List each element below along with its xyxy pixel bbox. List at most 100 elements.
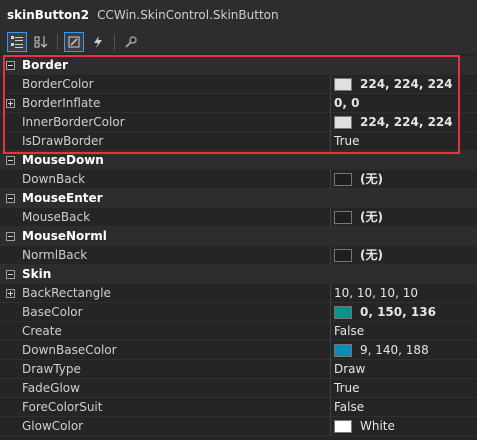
property-row-normlback[interactable]: NormlBack (无) — [0, 246, 477, 265]
alphabetical-button[interactable] — [31, 32, 51, 52]
property-name: FadeGlow — [22, 381, 80, 395]
object-selector[interactable]: skinButton2 CCWin.SkinControl.SkinButton — [0, 0, 477, 30]
properties-toolbar — [0, 30, 477, 54]
property-row-drawtype[interactable]: DrawType Draw — [0, 360, 477, 379]
expand-icon[interactable] — [6, 99, 15, 108]
property-value[interactable]: 0, 0 — [334, 94, 359, 113]
property-row-backrectangle[interactable]: BackRectangle 10, 10, 10, 10 — [0, 284, 477, 303]
toolbar-separator — [114, 34, 115, 50]
property-value[interactable]: 0, 150, 136 — [360, 303, 436, 322]
property-row-downbasecolor[interactable]: DownBaseColor 9, 140, 188 — [0, 341, 477, 360]
property-value[interactable]: 224, 224, 224 — [360, 113, 453, 132]
property-value[interactable]: True — [334, 132, 360, 151]
object-type: CCWin.SkinControl.SkinButton — [97, 8, 279, 22]
category-label: Skin — [22, 267, 52, 281]
column-divider — [330, 170, 331, 189]
object-name: skinButton2 — [7, 8, 90, 22]
column-divider — [330, 75, 331, 94]
color-swatch — [334, 249, 352, 262]
property-value[interactable]: Draw — [334, 360, 365, 379]
property-value[interactable]: White — [360, 417, 395, 436]
column-divider — [330, 341, 331, 360]
column-divider — [330, 113, 331, 132]
property-row-fadeglow[interactable]: FadeGlow True — [0, 379, 477, 398]
color-swatch — [334, 420, 352, 433]
column-divider — [330, 284, 331, 303]
property-value[interactable]: (无) — [360, 208, 383, 227]
property-value[interactable]: (无) — [360, 246, 383, 265]
property-row-bordercolor[interactable]: BorderColor 224, 224, 224 — [0, 75, 477, 94]
property-name: BorderColor — [22, 77, 94, 91]
toolbar-separator — [57, 34, 58, 50]
column-divider — [330, 379, 331, 398]
category-row-skin[interactable]: Skin — [0, 265, 477, 284]
category-label: MouseEnter — [22, 191, 103, 205]
property-row-basecolor[interactable]: BaseColor 0, 150, 136 — [0, 303, 477, 322]
property-name: BorderInflate — [22, 96, 101, 110]
property-pages-button[interactable] — [121, 32, 141, 52]
category-label: MouseNorml — [22, 229, 107, 243]
color-swatch — [334, 78, 352, 91]
property-row-glowcolor[interactable]: GlowColor White — [0, 417, 477, 436]
category-row-border[interactable]: Border — [0, 56, 477, 75]
column-divider — [330, 360, 331, 379]
collapse-icon[interactable] — [6, 156, 15, 165]
property-row-mouseback[interactable]: MouseBack (无) — [0, 208, 477, 227]
properties-button[interactable] — [64, 32, 84, 52]
property-name: BaseColor — [22, 305, 83, 319]
property-row-innerbordercolor[interactable]: InnerBorderColor 224, 224, 224 — [0, 113, 477, 132]
property-value[interactable]: True — [334, 379, 360, 398]
property-name: GlowColor — [22, 419, 84, 433]
column-divider — [330, 132, 331, 151]
wrench-icon — [125, 36, 137, 48]
property-row-forecolorsuit[interactable]: ForeColorSuit False — [0, 398, 477, 417]
expand-icon[interactable] — [6, 289, 15, 298]
color-swatch — [334, 344, 352, 357]
property-value[interactable]: (无) — [360, 170, 383, 189]
column-divider — [330, 417, 331, 436]
property-name: Create — [22, 324, 62, 338]
property-row-borderinflate[interactable]: BorderInflate 0, 0 — [0, 94, 477, 113]
property-name: InnerBorderColor — [22, 115, 125, 129]
events-button[interactable] — [88, 32, 108, 52]
collapse-icon[interactable] — [6, 270, 15, 279]
property-name: DownBaseColor — [22, 343, 117, 357]
categorized-icon — [11, 36, 23, 48]
property-row-create[interactable]: Create False — [0, 322, 477, 341]
property-name: MouseBack — [22, 210, 91, 224]
color-swatch — [334, 306, 352, 319]
column-divider — [330, 322, 331, 341]
property-value[interactable]: 10, 10, 10, 10 — [334, 284, 418, 303]
events-icon — [94, 36, 102, 48]
property-value[interactable]: False — [334, 398, 364, 417]
property-row-downback[interactable]: DownBack (无) — [0, 170, 477, 189]
color-swatch — [334, 116, 352, 129]
properties-icon — [68, 36, 80, 48]
color-swatch — [334, 211, 352, 224]
category-label: Border — [22, 58, 68, 72]
collapse-icon[interactable] — [6, 232, 15, 241]
categorized-button[interactable] — [7, 32, 27, 52]
category-label: MouseDown — [22, 153, 104, 167]
collapse-icon[interactable] — [6, 61, 15, 70]
property-name: NormlBack — [22, 248, 88, 262]
column-divider — [330, 208, 331, 227]
collapse-icon[interactable] — [6, 194, 15, 203]
property-name: ForeColorSuit — [22, 400, 103, 414]
alphabetical-icon — [34, 36, 48, 48]
property-grid: Border BorderColor 224, 224, 224 BorderInfl… — [0, 56, 477, 436]
category-row-mousedown[interactable]: MouseDown — [0, 151, 477, 170]
category-row-mousenorml[interactable]: MouseNorml — [0, 227, 477, 246]
property-row-isdrawborder[interactable]: IsDrawBorder True — [0, 132, 477, 151]
property-value[interactable]: 224, 224, 224 — [360, 75, 453, 94]
property-value[interactable]: 9, 140, 188 — [360, 341, 429, 360]
column-divider — [330, 94, 331, 113]
property-value[interactable]: False — [334, 322, 364, 341]
column-divider — [330, 246, 331, 265]
properties-window: skinButton2 CCWin.SkinControl.SkinButton — [0, 0, 477, 440]
column-divider — [330, 398, 331, 417]
property-name: DrawType — [22, 362, 81, 376]
property-name: BackRectangle — [22, 286, 111, 300]
category-row-mouseenter[interactable]: MouseEnter — [0, 189, 477, 208]
property-name: DownBack — [22, 172, 86, 186]
